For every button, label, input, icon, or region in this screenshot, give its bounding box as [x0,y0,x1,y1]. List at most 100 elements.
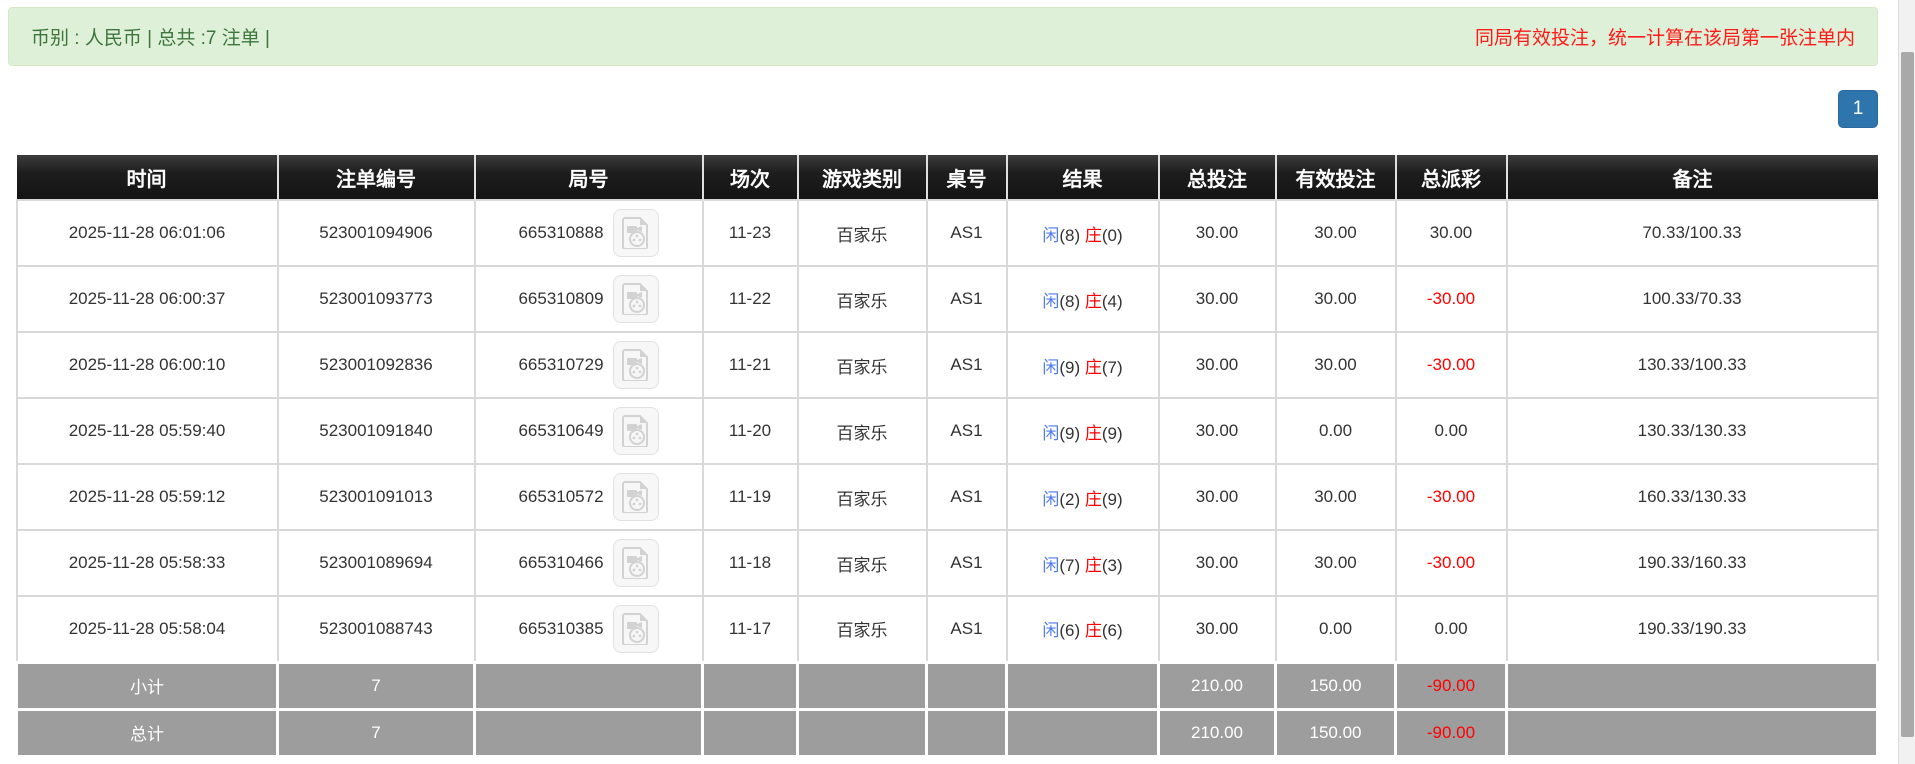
cell-result: 闲(2) 庄(9) [1007,464,1159,530]
result-banker-label: 庄 [1085,358,1102,377]
cell-bet-id: 523001092836 [278,332,475,398]
result-player-score: (6) [1059,621,1080,640]
cell-bet-id: 523001089694 [278,530,475,596]
cell-bet-id: 523001091013 [278,464,475,530]
video-file-icon [622,283,650,315]
result-banker-label: 庄 [1085,490,1102,509]
table-row: 2025-11-28 06:00:37 523001093773 6653108… [17,266,1878,332]
result-player-label: 闲 [1042,556,1059,575]
result-banker-label: 庄 [1085,621,1102,640]
table-row: 2025-11-28 05:59:40 523001091840 6653106… [17,398,1878,464]
vertical-scrollbar[interactable] [1898,0,1915,764]
round-id-text: 665310385 [518,619,603,639]
cell-game-type: 百家乐 [798,266,927,332]
cell-session: 11-21 [703,332,798,398]
cell-result: 闲(8) 庄(0) [1007,200,1159,266]
cell-total-bet[interactable]: 30.00 [1159,464,1276,530]
cell-valid-bet: 30.00 [1276,266,1396,332]
result-banker-label: 庄 [1085,292,1102,311]
col-header-session: 场次 [703,155,798,200]
video-replay-button[interactable] [613,539,659,587]
page-1-button[interactable]: 1 [1838,90,1878,128]
col-header-result: 结果 [1007,155,1159,200]
result-player-label: 闲 [1042,621,1059,640]
cell-bet-id: 523001088743 [278,596,475,662]
cell-valid-bet: 30.00 [1276,200,1396,266]
video-replay-button[interactable] [613,605,659,653]
cell-game-type: 百家乐 [798,398,927,464]
bet-records-page: 币别 : 人民币 | 总共 :7 注单 | 同局有效投注，统一计算在该局第一张注… [0,0,1915,764]
cell-total-bet[interactable]: 30.00 [1159,398,1276,464]
cell-time: 2025-11-28 05:59:12 [17,464,278,530]
video-replay-button[interactable] [613,407,659,455]
cell-time: 2025-11-28 05:59:40 [17,398,278,464]
cell-remark: 70.33/100.33 [1507,200,1878,266]
cell-table-no: AS1 [927,464,1007,530]
col-header-time: 时间 [17,155,278,200]
cell-total-bet[interactable]: 30.00 [1159,200,1276,266]
cell-session: 11-17 [703,596,798,662]
result-player-label: 闲 [1042,424,1059,443]
cell-total-bet[interactable]: 30.00 [1159,266,1276,332]
cell-round-id: 665310729 [475,332,703,398]
table-row: 2025-11-28 06:00:10 523001092836 6653107… [17,332,1878,398]
cell-table-no: AS1 [927,200,1007,266]
cell-payout: 0.00 [1396,398,1507,464]
video-file-icon [622,349,650,381]
result-player-score: (7) [1059,556,1080,575]
result-banker-label: 庄 [1085,556,1102,575]
result-banker-score: (3) [1102,556,1123,575]
round-id-text: 665310649 [518,421,603,441]
video-file-icon [622,613,650,645]
col-header-table-no: 桌号 [927,155,1007,200]
cell-payout: -30.00 [1396,530,1507,596]
result-banker-score: (7) [1102,358,1123,377]
video-file-icon [622,547,650,579]
summary-alert-bar: 币别 : 人民币 | 总共 :7 注单 | 同局有效投注，统一计算在该局第一张注… [8,7,1878,66]
result-player-label: 闲 [1042,226,1059,245]
subtotal-row: 小计 7 210.00 150.00 -90.00 [17,662,1878,709]
col-header-total-bet: 总投注 [1159,155,1276,200]
round-id-text: 665310888 [518,223,603,243]
cell-valid-bet: 0.00 [1276,398,1396,464]
video-replay-button[interactable] [613,341,659,389]
cell-valid-bet: 30.00 [1276,530,1396,596]
cell-payout: -30.00 [1396,266,1507,332]
cell-game-type: 百家乐 [798,200,927,266]
total-label: 总计 [17,709,278,756]
cell-table-no: AS1 [927,266,1007,332]
table-row: 2025-11-28 05:58:04 523001088743 6653103… [17,596,1878,662]
video-replay-button[interactable] [613,473,659,521]
subtotal-label: 小计 [17,662,278,709]
cell-valid-bet: 0.00 [1276,596,1396,662]
table-row: 2025-11-28 05:58:33 523001089694 6653104… [17,530,1878,596]
cell-bet-id: 523001093773 [278,266,475,332]
result-banker-label: 庄 [1085,226,1102,245]
cell-bet-id: 523001094906 [278,200,475,266]
cell-time: 2025-11-28 06:01:06 [17,200,278,266]
cell-total-bet[interactable]: 30.00 [1159,332,1276,398]
video-replay-button[interactable] [613,209,659,257]
cell-time: 2025-11-28 05:58:04 [17,596,278,662]
currency-total-summary: 币别 : 人民币 | 总共 :7 注单 | [31,23,270,50]
col-header-bet-id: 注单编号 [278,155,475,200]
cell-session: 11-19 [703,464,798,530]
cell-session: 11-23 [703,200,798,266]
cell-result: 闲(9) 庄(9) [1007,398,1159,464]
total-count: 7 [278,709,475,756]
cell-table-no: AS1 [927,332,1007,398]
total-row: 总计 7 210.00 150.00 -90.00 [17,709,1878,756]
scrollbar-thumb[interactable] [1901,52,1914,737]
round-id-text: 665310729 [518,355,603,375]
cell-round-id: 665310809 [475,266,703,332]
cell-payout: -30.00 [1396,332,1507,398]
video-replay-button[interactable] [613,275,659,323]
cell-total-bet[interactable]: 30.00 [1159,596,1276,662]
round-id-text: 665310809 [518,289,603,309]
result-player-score: (9) [1059,358,1080,377]
result-banker-score: (4) [1102,292,1123,311]
cell-total-bet[interactable]: 30.00 [1159,530,1276,596]
bet-records-table: 时间 注单编号 局号 场次 游戏类别 桌号 结果 总投注 有效投注 总派彩 备注… [15,155,1879,758]
cell-result: 闲(7) 庄(3) [1007,530,1159,596]
result-player-label: 闲 [1042,292,1059,311]
